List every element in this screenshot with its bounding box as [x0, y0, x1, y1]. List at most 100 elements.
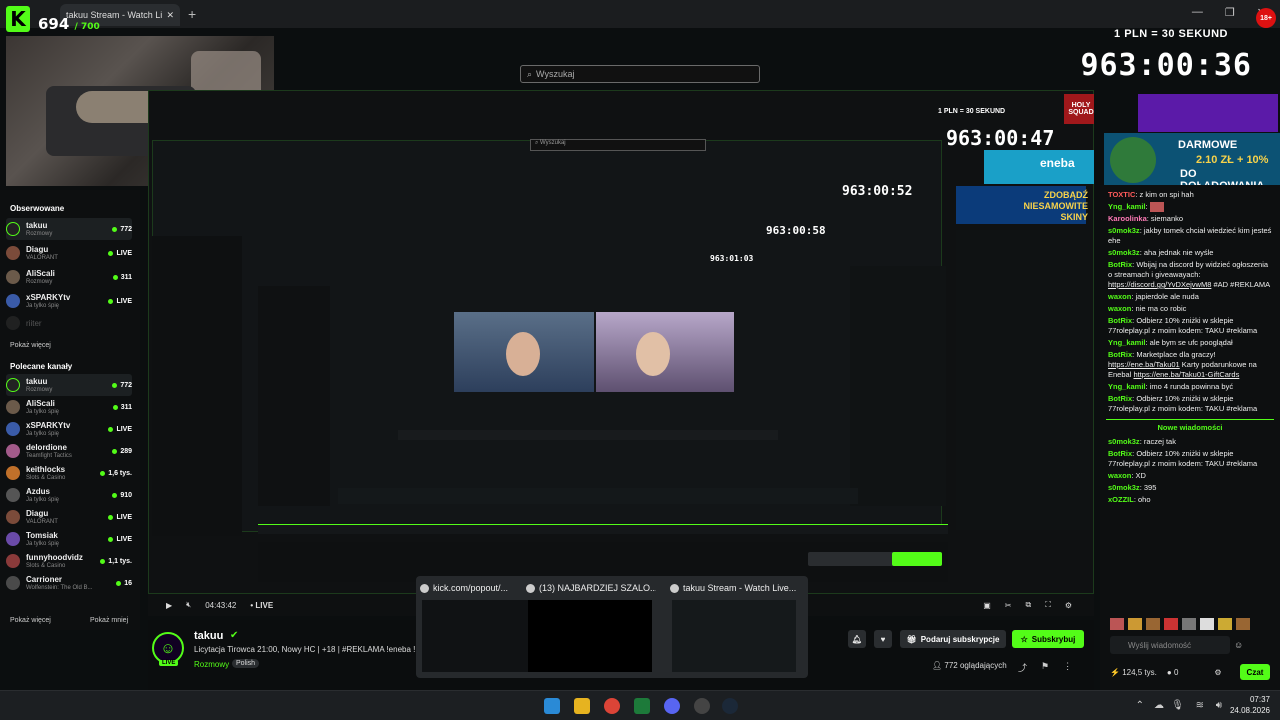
chat-message: BotRix: Odbierz 10% zniżki w sklepie 77r… — [1108, 449, 1258, 469]
steam-icon[interactable] — [722, 698, 738, 714]
sidebar-channel[interactable]: Tomsiak Ja tylko śpię LIVE — [6, 528, 132, 550]
theater-icon[interactable]: ▣ — [983, 601, 991, 610]
chat-message: TOXTIC: z kim on spi hah — [1108, 190, 1194, 199]
viewer-count: 👤︎ 772 oglądających — [932, 661, 1007, 670]
emote-icon[interactable] — [1110, 618, 1124, 630]
chat-input[interactable]: Wyślij wiadomość — [1110, 636, 1230, 654]
preview-window[interactable]: takuu Stream - Watch Live... — [670, 580, 804, 674]
heart-icon[interactable]: ♥ — [874, 630, 892, 648]
gift-icon: 🎁︎ — [906, 634, 917, 644]
sidebar-channel[interactable]: riiter — [6, 312, 132, 334]
mic-icon[interactable]: 🎙︎ — [1171, 700, 1184, 711]
emote-picker-icon[interactable]: ☺ — [1234, 640, 1243, 650]
chat-message: s0mok3z: aha jednak nie wyśle — [1108, 248, 1214, 258]
zero-value: ● 0 — [1166, 668, 1179, 677]
emote-icon[interactable] — [1236, 618, 1250, 630]
chat-message: xOZZIL: oho — [1108, 495, 1151, 505]
sidebar-channel[interactable]: Diagu VALORANT LIVE — [6, 242, 132, 264]
nested-search: ⌕ Wyszukaj — [530, 139, 706, 151]
promo-line3: DO DOŁADOWANIA — [1180, 168, 1264, 185]
share-icon[interactable]: ⤴ — [1018, 661, 1027, 674]
stream-language[interactable]: Polish — [232, 659, 260, 668]
chat-link[interactable]: https://ene.ba/Taku01-GiftCards — [1133, 370, 1239, 379]
chat-message: s0mok3z: 395 — [1108, 483, 1157, 493]
sidebar-channel[interactable]: AliScali Ja tylko śpię 311 — [6, 396, 132, 418]
emote-icon[interactable] — [1182, 618, 1196, 630]
more-icon[interactable]: ⋮ — [1063, 661, 1072, 674]
avatar — [6, 444, 20, 458]
settings-icon[interactable]: ⚙ — [1214, 668, 1221, 677]
new-messages-divider[interactable]: Nowe wiadomości — [1106, 419, 1274, 432]
search-input[interactable]: ⌕ Wyszukaj — [520, 65, 760, 83]
chat-panel: TOXTIC: z kim on spi hah Yng_kamil: Karo… — [1100, 185, 1280, 690]
wifi-icon[interactable]: ≋ — [1196, 700, 1204, 711]
search-icon: ⌕ — [527, 68, 533, 79]
sidebar-channel[interactable]: xSPARKYtv Ja tylko śpię LIVE — [6, 418, 132, 440]
maximize-icon[interactable]: ❐ — [1225, 6, 1235, 19]
recommended-header: Polecane kanały — [10, 362, 73, 371]
emote-icon[interactable] — [1218, 618, 1232, 630]
rate-label: 1 PLN = 30 SEKUND — [1114, 28, 1228, 40]
tray-chevron-icon[interactable]: ⌃ — [1136, 700, 1144, 711]
report-icon[interactable]: ⚑ — [1041, 661, 1049, 674]
avatar — [6, 532, 20, 546]
sidebar-channel[interactable]: delordione Teamfight Tactics 289 — [6, 440, 132, 462]
stream-time: 04:43:42 — [205, 600, 237, 610]
chat-message: s0mok3z: raczej tak — [1108, 437, 1176, 447]
preview-window[interactable]: (13) NAJBARDZIEJ SZALO... — [526, 580, 656, 674]
fullscreen-icon[interactable]: ⛶ — [1045, 600, 1051, 610]
avatar — [6, 294, 20, 308]
sidebar-channel[interactable]: AliScali Rozmowy 311 — [6, 266, 132, 288]
sidebar-channel[interactable]: Carrioner Wolfenstein: The Old B... 16 — [6, 572, 132, 594]
followed-header: Obserwowane — [10, 204, 65, 213]
search-placeholder: Wyszukaj — [536, 69, 575, 79]
chrome-icon[interactable] — [604, 698, 620, 714]
minimize-icon[interactable]: — — [1192, 6, 1203, 19]
chat-send-button[interactable]: Czat — [1240, 664, 1270, 680]
chat-link[interactable]: https://ene.ba/Taku01 — [1108, 360, 1180, 369]
windows-start-icon[interactable] — [544, 698, 560, 714]
avatar — [6, 316, 20, 330]
excel-icon[interactable] — [634, 698, 650, 714]
chat-link[interactable]: https://discord.gg/YvDXejvwM8 — [1108, 280, 1211, 289]
chat-input-placeholder: Wyślij wiadomość — [1128, 640, 1192, 650]
clip-icon[interactable]: ✂ — [1005, 601, 1012, 610]
sidebar-channel[interactable]: xSPARKYtv Ja tylko śpię LIVE — [6, 290, 132, 312]
emote-icon[interactable] — [1200, 618, 1214, 630]
sidebar-channel[interactable]: funnyhoodvidz Slots & Casino 1,1 tys. — [6, 550, 132, 572]
emote-icon[interactable] — [1146, 618, 1160, 630]
file-explorer-icon[interactable] — [574, 698, 590, 714]
show-more-recommended[interactable]: Pokaż więcej — [10, 617, 51, 624]
play-icon[interactable]: ▶ — [166, 601, 172, 610]
new-tab-button[interactable]: + — [188, 6, 196, 22]
close-tab-icon[interactable]: ✕ — [166, 10, 174, 21]
sidebar-channel[interactable]: takuu Rozmowy 772 — [6, 374, 132, 396]
bell-icon[interactable]: 🔔︎ — [848, 630, 866, 648]
sidebar-channel[interactable]: Diagu VALORANT LIVE — [6, 506, 132, 528]
show-less-recommended[interactable]: Pokaż mniej — [90, 617, 128, 624]
speaker-icon[interactable]: 🔊︎ — [1216, 700, 1222, 711]
streamer-name[interactable]: takuu — [194, 630, 223, 642]
pip-icon[interactable]: ⧉ — [1026, 600, 1032, 610]
app-icon[interactable] — [694, 698, 710, 714]
sidebar-channel[interactable]: keithlocks Slots & Casino 1,6 tys. — [6, 462, 132, 484]
gear-icon[interactable]: ⚙ — [1065, 601, 1072, 610]
stream-category[interactable]: Rozmowy — [194, 660, 229, 669]
stream-video[interactable]: ⌕ Wyszukaj 1 PLN = 30 SEKUND 963:00:47 H… — [148, 90, 1094, 594]
eneba-logo: eneba — [1040, 156, 1075, 170]
browser-tab-bar: takuu Stream - Watch Live on K ✕ + — ❐ ✕ — [0, 0, 1280, 28]
emote-icon[interactable] — [1164, 618, 1178, 630]
sidebar-channel[interactable]: takuu Rozmowy 772 — [6, 218, 132, 240]
system-clock[interactable]: 07:37 24.08.2026 — [1230, 694, 1270, 716]
network-icon[interactable]: ☁ — [1154, 700, 1164, 711]
holy-squad-logo: HOLY SQUAD — [1064, 94, 1094, 124]
nested-timer-2: 963:00:52 — [842, 184, 913, 199]
emote-icon[interactable] — [1128, 618, 1142, 630]
follower-goal-counter: 694 / 700 — [38, 15, 100, 33]
discord-icon[interactable] — [664, 698, 680, 714]
volume-icon[interactable]: 🔇︎ — [186, 600, 191, 610]
subscribe-button[interactable]: ☆ Subskrybuj — [1012, 630, 1084, 648]
show-more-followed[interactable]: Pokaż więcej — [10, 342, 51, 349]
sidebar-channel[interactable]: Azdus Ja tylko śpię 910 — [6, 484, 132, 506]
gift-sub-button[interactable]: 🎁︎ Podaruj subskrypcje — [900, 630, 1006, 648]
